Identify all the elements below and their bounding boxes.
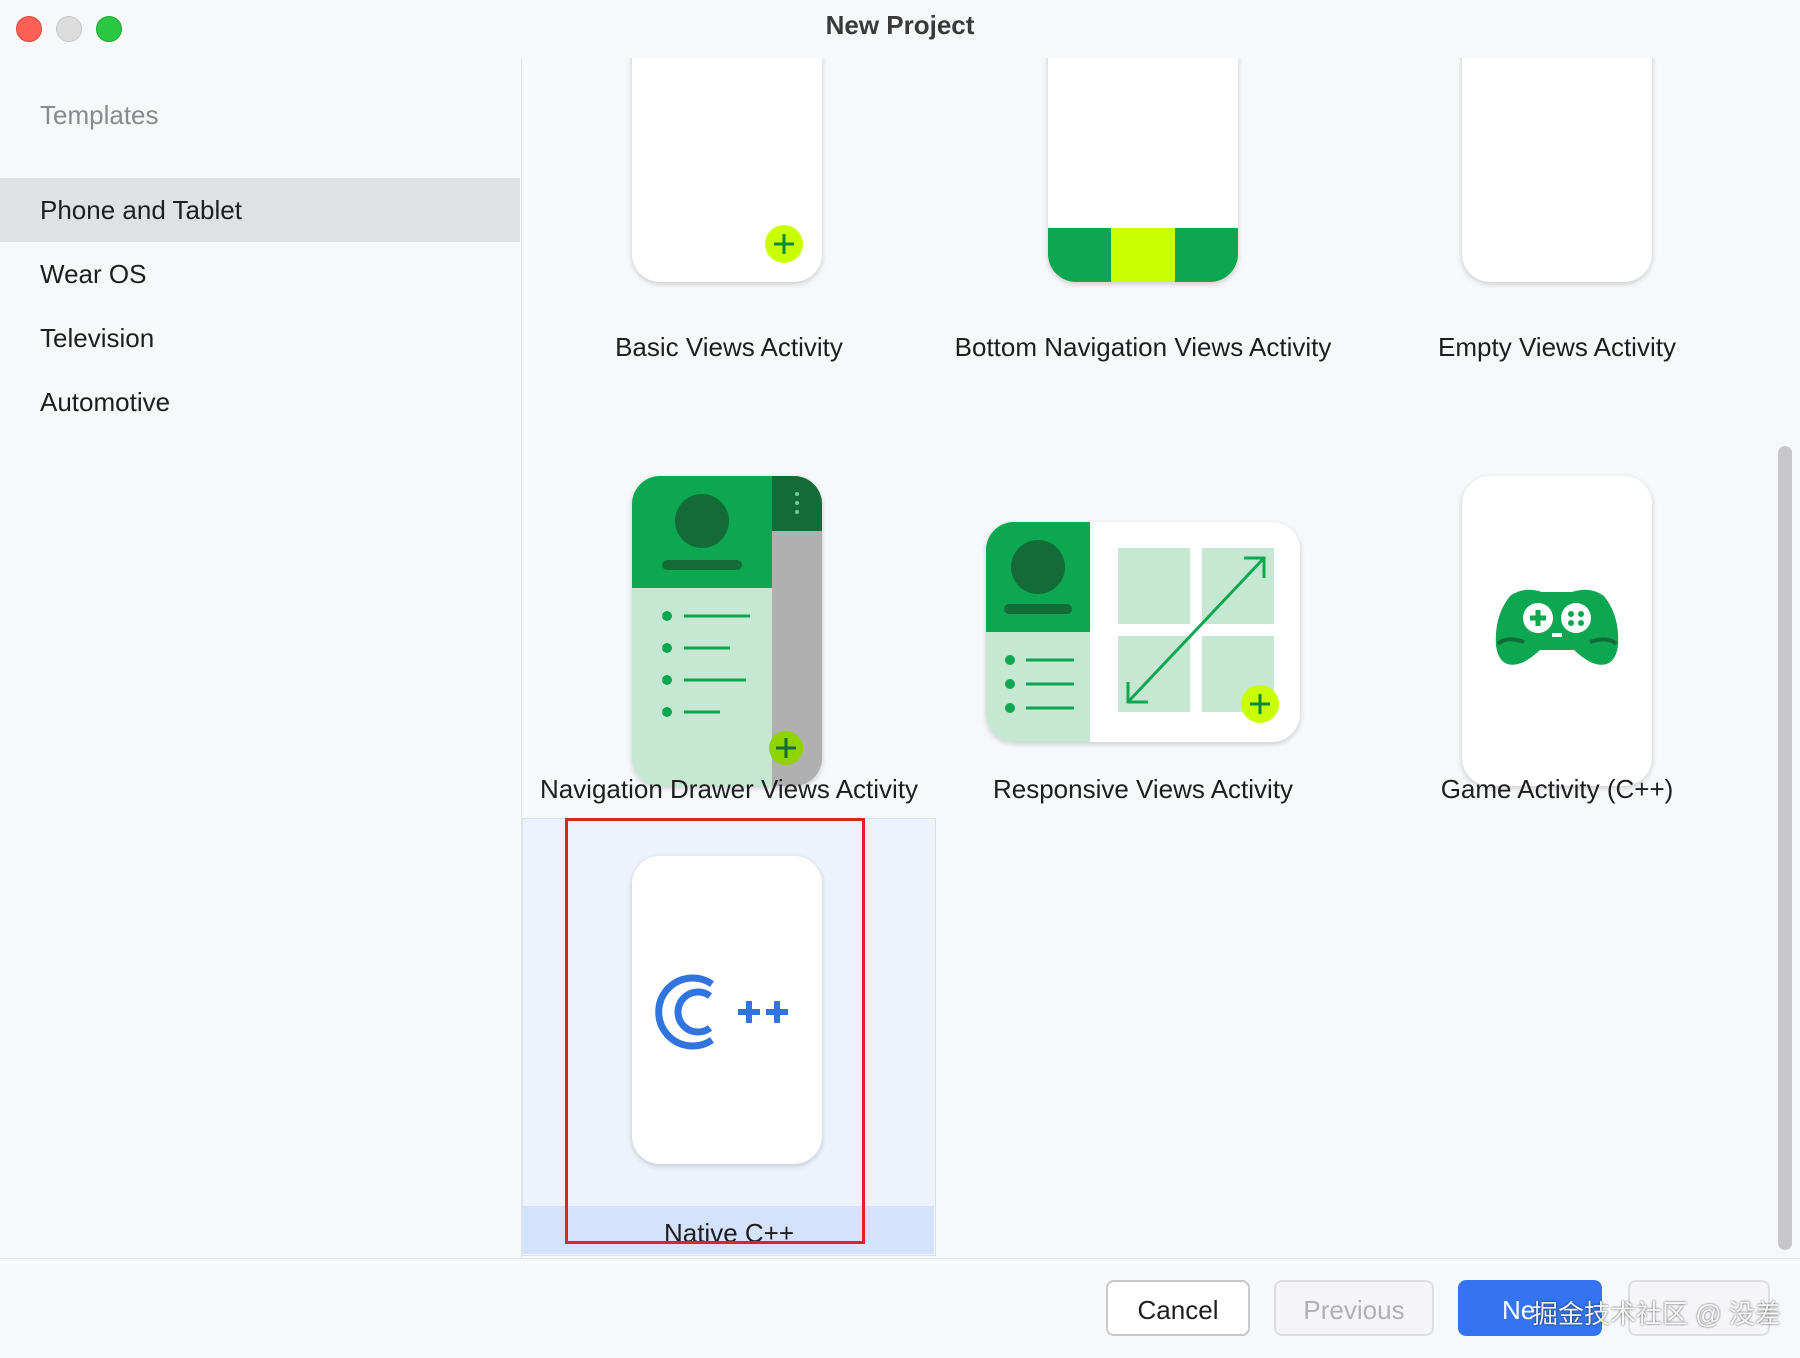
title-bar: New Project — [0, 0, 1800, 58]
cancel-button[interactable]: Cancel — [1106, 1280, 1250, 1336]
template-label: Basic Views Activity — [615, 332, 843, 362]
new-project-window: New Project Templates Phone and Tablet W… — [0, 0, 1800, 1358]
watermark-text: 掘金技术社区 @ 没差 — [1532, 1299, 1781, 1329]
vertical-scrollbar-thumb[interactable] — [1778, 446, 1792, 1250]
bottom-navigation-icon — [1048, 58, 1238, 282]
template-label: Bottom Navigation Views Activity — [954, 332, 1332, 362]
template-game-activity-cpp[interactable]: Game Activity (C++) — [1350, 398, 1764, 804]
game-phone-preview — [1462, 476, 1652, 786]
template-navigation-drawer-views-activity[interactable]: Navigation Drawer Views Activity — [522, 398, 936, 804]
navigation-drawer-icon — [632, 476, 822, 786]
sidebar-header: Templates — [40, 100, 159, 130]
sidebar-item-wear-os[interactable]: Wear OS — [0, 242, 520, 306]
template-bottom-navigation-views-activity[interactable]: Bottom Navigation Views Activity — [936, 58, 1350, 388]
template-responsive-views-activity[interactable]: Responsive Views Activity — [936, 398, 1350, 804]
responsive-views-icon — [986, 522, 1300, 742]
template-native-cpp[interactable]: Native C++ — [522, 818, 936, 1256]
window-title: New Project — [825, 10, 975, 40]
empty-phone-icon — [1462, 58, 1652, 282]
templates-sidebar: Templates Phone and Tablet Wear OS Telev… — [0, 58, 520, 1258]
template-label: Empty Views Activity — [1438, 332, 1676, 362]
basic-views-icon — [632, 58, 822, 282]
template-grid: Basic Views Activity Bottom Navigation V… — [522, 58, 1777, 1256]
sidebar-item-automotive[interactable]: Automotive — [0, 370, 520, 434]
template-label: Navigation Drawer Views Activity — [539, 774, 919, 804]
gamepad-icon — [1495, 589, 1619, 665]
sidebar-item-television[interactable]: Television — [0, 306, 520, 370]
template-label: Responsive Views Activity — [992, 774, 1294, 804]
sidebar-item-phone-and-tablet[interactable]: Phone and Tablet — [0, 178, 520, 242]
template-label: Game Activity (C++) — [1440, 774, 1674, 804]
template-basic-views-activity[interactable]: Basic Views Activity — [522, 58, 936, 388]
previous-button[interactable]: Previous — [1274, 1280, 1434, 1336]
highlight-annotation-box — [565, 818, 865, 1244]
template-empty-views-activity[interactable]: Empty Views Activity — [1350, 58, 1764, 388]
